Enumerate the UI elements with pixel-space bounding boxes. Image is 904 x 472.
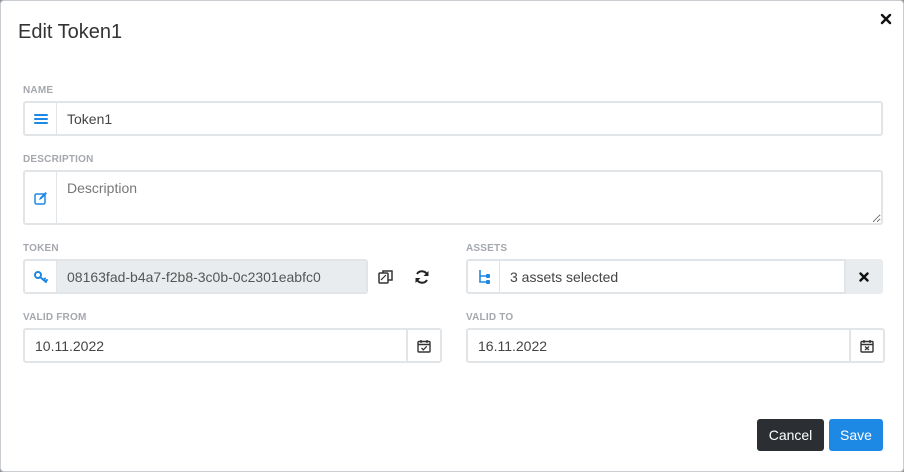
regenerate-token-button[interactable]	[410, 265, 434, 289]
valid-from-calendar-button[interactable]	[408, 328, 442, 363]
valid-to-input[interactable]	[466, 328, 851, 363]
save-button[interactable]: Save	[829, 419, 883, 451]
list-icon	[33, 113, 48, 124]
refresh-icon	[415, 270, 429, 284]
assets-label: ASSETS	[466, 243, 508, 254]
assets-addon	[466, 259, 500, 294]
token-addon	[23, 259, 57, 294]
token-label: TOKEN	[23, 243, 59, 254]
clear-icon	[858, 271, 869, 282]
clear-assets-button[interactable]	[846, 259, 883, 294]
description-group	[23, 170, 883, 225]
description-addon	[23, 170, 57, 225]
edit-icon	[33, 191, 47, 205]
name-group	[23, 101, 883, 136]
valid-to-calendar-button[interactable]	[851, 328, 885, 363]
valid-to-group	[466, 328, 885, 363]
close-button[interactable]	[876, 9, 896, 29]
valid-from-label: VALID FROM	[23, 312, 87, 323]
cancel-button[interactable]: Cancel	[757, 419, 824, 451]
token-value: 08163fad-b4a7-f2b8-3c0b-0c2301eabfc0	[57, 259, 368, 294]
key-icon	[33, 270, 48, 283]
copy-token-button[interactable]	[374, 265, 398, 289]
hierarchy-icon	[478, 269, 490, 284]
assets-select[interactable]: 3 assets selected	[500, 259, 846, 294]
name-addon	[23, 101, 57, 136]
calendar-check-icon	[417, 339, 431, 353]
assets-group: 3 assets selected	[466, 259, 883, 294]
name-label: NAME	[23, 85, 54, 96]
valid-to-label: VALID TO	[466, 312, 514, 323]
description-textarea[interactable]	[57, 170, 883, 225]
valid-from-group	[23, 328, 442, 363]
close-icon	[880, 13, 892, 25]
edit-token-dialog: Edit Token1 NAME DESCRIPTION TOKEN	[0, 0, 904, 472]
token-group: 08163fad-b4a7-f2b8-3c0b-0c2301eabfc0	[23, 259, 368, 294]
valid-from-input[interactable]	[23, 328, 408, 363]
description-label: DESCRIPTION	[23, 154, 94, 165]
calendar-x-icon	[860, 339, 874, 353]
name-input[interactable]	[57, 101, 883, 136]
dialog-title: Edit Token1	[18, 21, 123, 43]
copy-icon	[378, 270, 393, 284]
